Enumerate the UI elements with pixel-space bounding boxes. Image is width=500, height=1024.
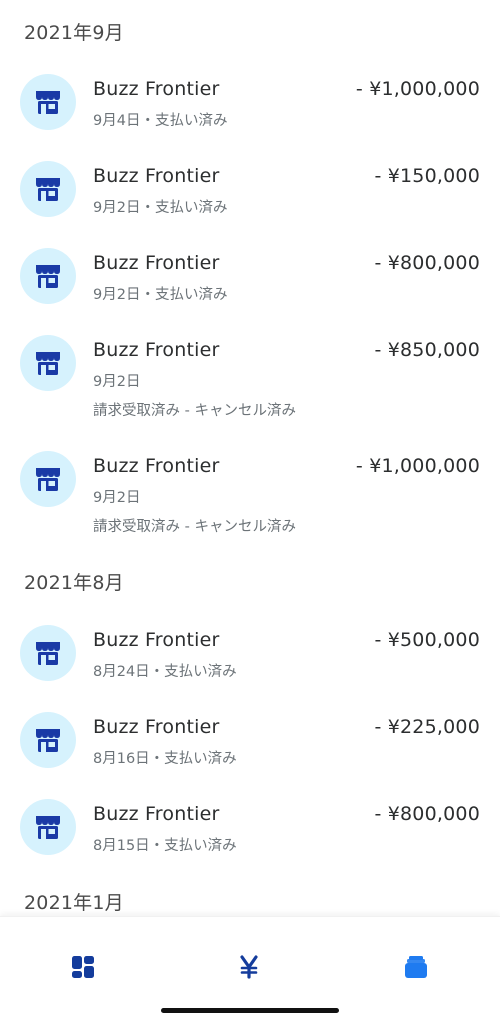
transaction-status: 8月24日・支払い済み [93,664,237,680]
transaction-status: 請求受取済み - キャンセル済み [93,403,296,419]
transaction-amount: - ¥1,000,000 [355,455,480,477]
transaction-status: 9月2日・支払い済み [93,200,228,216]
month-header: 2021年1月 [24,892,124,914]
merchant-avatar [20,74,76,130]
dashboard-icon [72,956,94,978]
transaction-amount: - ¥225,000 [374,716,480,738]
transaction-amount: - ¥500,000 [374,629,480,651]
merchant-name: Buzz Frontier [93,803,220,825]
merchant-name: Buzz Frontier [93,629,220,651]
month-header: 2021年8月 [24,572,124,594]
store-icon [36,178,60,201]
transaction-status: 8月16日・支払い済み [93,751,237,767]
transaction-status: 9月4日・支払い済み [93,113,228,129]
merchant-name: Buzz Frontier [93,252,220,274]
store-icon [36,816,60,839]
store-icon [36,352,60,375]
transaction-date: 9月2日 [93,490,141,506]
month-header: 2021年9月 [24,22,124,44]
store-icon [36,468,60,491]
transaction-amount: - ¥1,000,000 [355,78,480,100]
merchant-avatar [20,799,76,855]
store-icon [36,265,60,288]
store-icon [36,642,60,665]
merchant-name: Buzz Frontier [93,165,220,187]
merchant-avatar [20,451,76,507]
yen-icon [240,955,258,979]
transaction-amount: - ¥850,000 [374,339,480,361]
merchant-avatar [20,712,76,768]
merchant-name: Buzz Frontier [93,716,220,738]
merchant-avatar [20,335,76,391]
merchant-avatar [20,248,76,304]
transaction-amount: - ¥800,000 [374,803,480,825]
tab-dashboard[interactable] [63,947,103,987]
merchant-name: Buzz Frontier [93,339,220,361]
transaction-amount: - ¥800,000 [374,252,480,274]
transaction-status: 9月2日・支払い済み [93,287,228,303]
store-icon [36,729,60,752]
transaction-status: 8月15日・支払い済み [93,838,237,854]
activity-screen: 2021年9月 Buzz Frontier - ¥1,000,000 9月4日・… [0,0,500,1024]
transaction-status: 請求受取済み - キャンセル済み [93,519,296,535]
transaction-amount: - ¥150,000 [374,165,480,187]
tab-wallet[interactable] [396,947,436,987]
wallet-cards-icon [405,956,427,978]
merchant-avatar [20,625,76,681]
store-icon [36,91,60,114]
merchant-name: Buzz Frontier [93,78,220,100]
transaction-date: 9月2日 [93,374,141,390]
merchant-avatar [20,161,76,217]
home-indicator [161,1008,339,1013]
merchant-name: Buzz Frontier [93,455,220,477]
tab-payments[interactable] [229,947,269,987]
